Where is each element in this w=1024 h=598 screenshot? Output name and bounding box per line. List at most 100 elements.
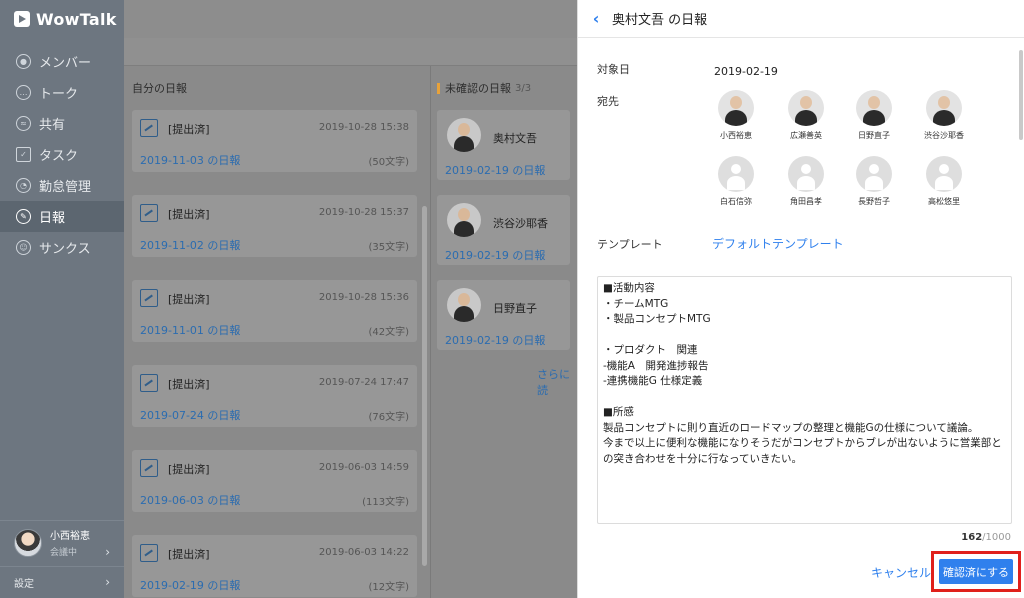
report-card[interactable]: [提出済] 2019-07-24 17:47 2019-07-24 の日報 (7… (132, 365, 417, 427)
unconfirmed-report-card[interactable]: 奥村文吾 2019-02-19 の日報 (437, 110, 570, 180)
report-time: 2019-10-28 15:37 (318, 207, 409, 218)
sidebar-item-label: サンクス (39, 242, 91, 257)
recipient-name: 角田昌孝 (790, 197, 822, 206)
report-title[interactable]: 2019-11-01 の日報 (140, 322, 240, 338)
chevron-right-icon: › (105, 575, 110, 589)
report-status: [提出済] (168, 293, 210, 306)
sidebar-item-label: 日報 (39, 211, 66, 226)
back-arrow-icon[interactable]: ‹ (586, 9, 606, 29)
recipient: 長野哲子 (846, 156, 902, 207)
sidebar-item-share[interactable]: ≈ 共有 (0, 108, 124, 139)
report-char-count: (12文字) (368, 582, 409, 593)
report-title[interactable]: 2019-06-03 の日報 (140, 492, 240, 508)
recipient-name: 白石信弥 (720, 197, 752, 206)
report-detail-panel: ‹ 奥村文吾 の日報 対象日 2019-02-19 宛先 小西裕恵 広瀬善英 日… (577, 0, 1024, 598)
report-time: 2019-10-28 15:36 (318, 292, 409, 303)
user-placeholder-icon (718, 156, 754, 192)
recipient: 白石信弥 (708, 156, 764, 207)
avatar (447, 118, 481, 152)
my-reports-column: 自分の日報 [提出済] 2019-10-28 15:38 2019-11-03 … (124, 66, 429, 598)
report-status: [提出済] (168, 123, 210, 136)
recipient: 広瀬善英 (778, 90, 834, 141)
recipients-label: 宛先 (597, 95, 619, 108)
report-card[interactable]: [提出済] 2019-10-28 15:36 2019-11-01 の日報 (4… (132, 280, 417, 342)
column-header: 自分の日報 (124, 66, 429, 110)
settings-button[interactable]: 設定 › (0, 566, 124, 598)
person-icon: ● (16, 54, 31, 69)
sidebar-item-label: メンバー (39, 56, 92, 71)
scrollbar[interactable] (1019, 50, 1023, 140)
report-card[interactable]: [提出済] 2019-10-28 15:38 2019-11-03 の日報 (5… (132, 110, 417, 172)
report-time: 2019-06-03 14:59 (318, 462, 409, 473)
template-label: テンプレート (597, 238, 663, 251)
panel-body: 対象日 2019-02-19 宛先 小西裕恵 広瀬善英 日野直子 渋谷沙耶香 白… (578, 38, 1024, 598)
report-card[interactable]: [提出済] 2019-10-28 15:37 2019-11-02 の日報 (3… (132, 195, 417, 257)
sidebar-item-attendance[interactable]: ◔ 勤怠管理 (0, 170, 124, 201)
recipient-name: 日野直子 (858, 131, 890, 140)
unconfirmed-reports-column: 未確認の日報 3/3 奥村文吾 2019-02-19 の日報 渋谷沙耶香 201… (430, 66, 577, 598)
report-status: [提出済] (168, 378, 210, 391)
panel-header: ‹ 奥村文吾 の日報 (578, 0, 1024, 38)
report-card[interactable]: [提出済] 2019-06-03 14:22 2019-02-19 の日報 (1… (132, 535, 417, 597)
report-title[interactable]: 2019-07-24 の日報 (140, 407, 240, 423)
report-title[interactable]: 2019-11-02 の日報 (140, 237, 240, 253)
user-placeholder-icon (788, 156, 824, 192)
column-title: 未確認の日報 (445, 82, 511, 95)
app-logo: WowTalk (14, 8, 117, 30)
column-title: 自分の日報 (132, 82, 187, 95)
date-value: 2019-02-19 (714, 65, 778, 78)
char-counter: 162/1000 (961, 532, 1011, 543)
avatar (788, 90, 824, 126)
report-title[interactable]: 2019-02-19 の日報 (445, 332, 545, 348)
unconfirmed-report-card[interactable]: 日野直子 2019-02-19 の日報 (437, 280, 570, 350)
avatar (718, 90, 754, 126)
sidebar-item-thanks[interactable]: ☺ サンクス (0, 232, 124, 263)
sidebar-item-members[interactable]: ● メンバー (0, 46, 124, 77)
confirm-button[interactable]: 確認済にする (939, 559, 1013, 584)
clock-icon: ◔ (16, 178, 31, 193)
scrollbar[interactable] (422, 206, 427, 566)
date-label: 対象日 (597, 63, 630, 76)
report-title[interactable]: 2019-02-19 の日報 (445, 247, 545, 263)
report-title[interactable]: 2019-11-03 の日報 (140, 152, 240, 168)
report-icon (140, 204, 158, 222)
sidebar: WowTalk ● メンバー … トーク ≈ 共有 ✓ タスク ◔ 勤怠管理 ✎… (0, 0, 124, 598)
wowtalk-logo-icon (14, 11, 30, 27)
recipient: 日野直子 (846, 90, 902, 141)
recipient: 小西裕恵 (708, 90, 764, 141)
unconfirmed-count: 3/3 (515, 82, 532, 94)
accent-bar (437, 82, 440, 94)
report-icon: ✎ (16, 209, 31, 224)
report-title[interactable]: 2019-02-19 の日報 (140, 577, 240, 593)
template-select[interactable]: デフォルトテンプレート (712, 235, 844, 252)
report-status: [提出済] (168, 463, 210, 476)
clipboard-icon: ✓ (16, 147, 31, 162)
load-more-link[interactable]: さらに読 (537, 366, 577, 398)
report-icon (140, 289, 158, 307)
share-icon: ≈ (16, 116, 31, 131)
unconfirmed-report-card[interactable]: 渋谷沙耶香 2019-02-19 の日報 (437, 195, 570, 265)
author-name: 日野直子 (493, 302, 537, 315)
sidebar-item-task[interactable]: ✓ タスク (0, 139, 124, 170)
report-body-textarea[interactable]: ■活動内容 ・チームMTG ・製品コンセプトMTG ・プロダクト 関連 -機能A… (597, 276, 1012, 524)
report-card[interactable]: [提出済] 2019-06-03 14:59 2019-06-03 の日報 (1… (132, 450, 417, 512)
report-icon (140, 544, 158, 562)
sidebar-item-daily-report[interactable]: ✎ 日報 (0, 201, 124, 232)
cancel-button[interactable]: キャンセル (871, 564, 931, 581)
report-title[interactable]: 2019-02-19 の日報 (445, 162, 545, 178)
settings-label: 設定 (14, 579, 34, 590)
user-placeholder-icon (856, 156, 892, 192)
sidebar-item-label: タスク (39, 149, 79, 164)
report-icon (140, 374, 158, 392)
report-icon (140, 459, 158, 477)
current-user[interactable]: 小西裕恵 会議中 › (0, 520, 124, 564)
report-char-count: (35文字) (368, 242, 409, 253)
report-char-count: (42文字) (368, 327, 409, 338)
top-bar (124, 0, 577, 38)
avatar (856, 90, 892, 126)
sub-bar (124, 38, 577, 66)
chat-icon: … (16, 85, 31, 100)
report-char-count: (113文字) (362, 497, 409, 508)
sidebar-item-talk[interactable]: … トーク (0, 77, 124, 108)
user-status: 会議中 (50, 548, 78, 558)
